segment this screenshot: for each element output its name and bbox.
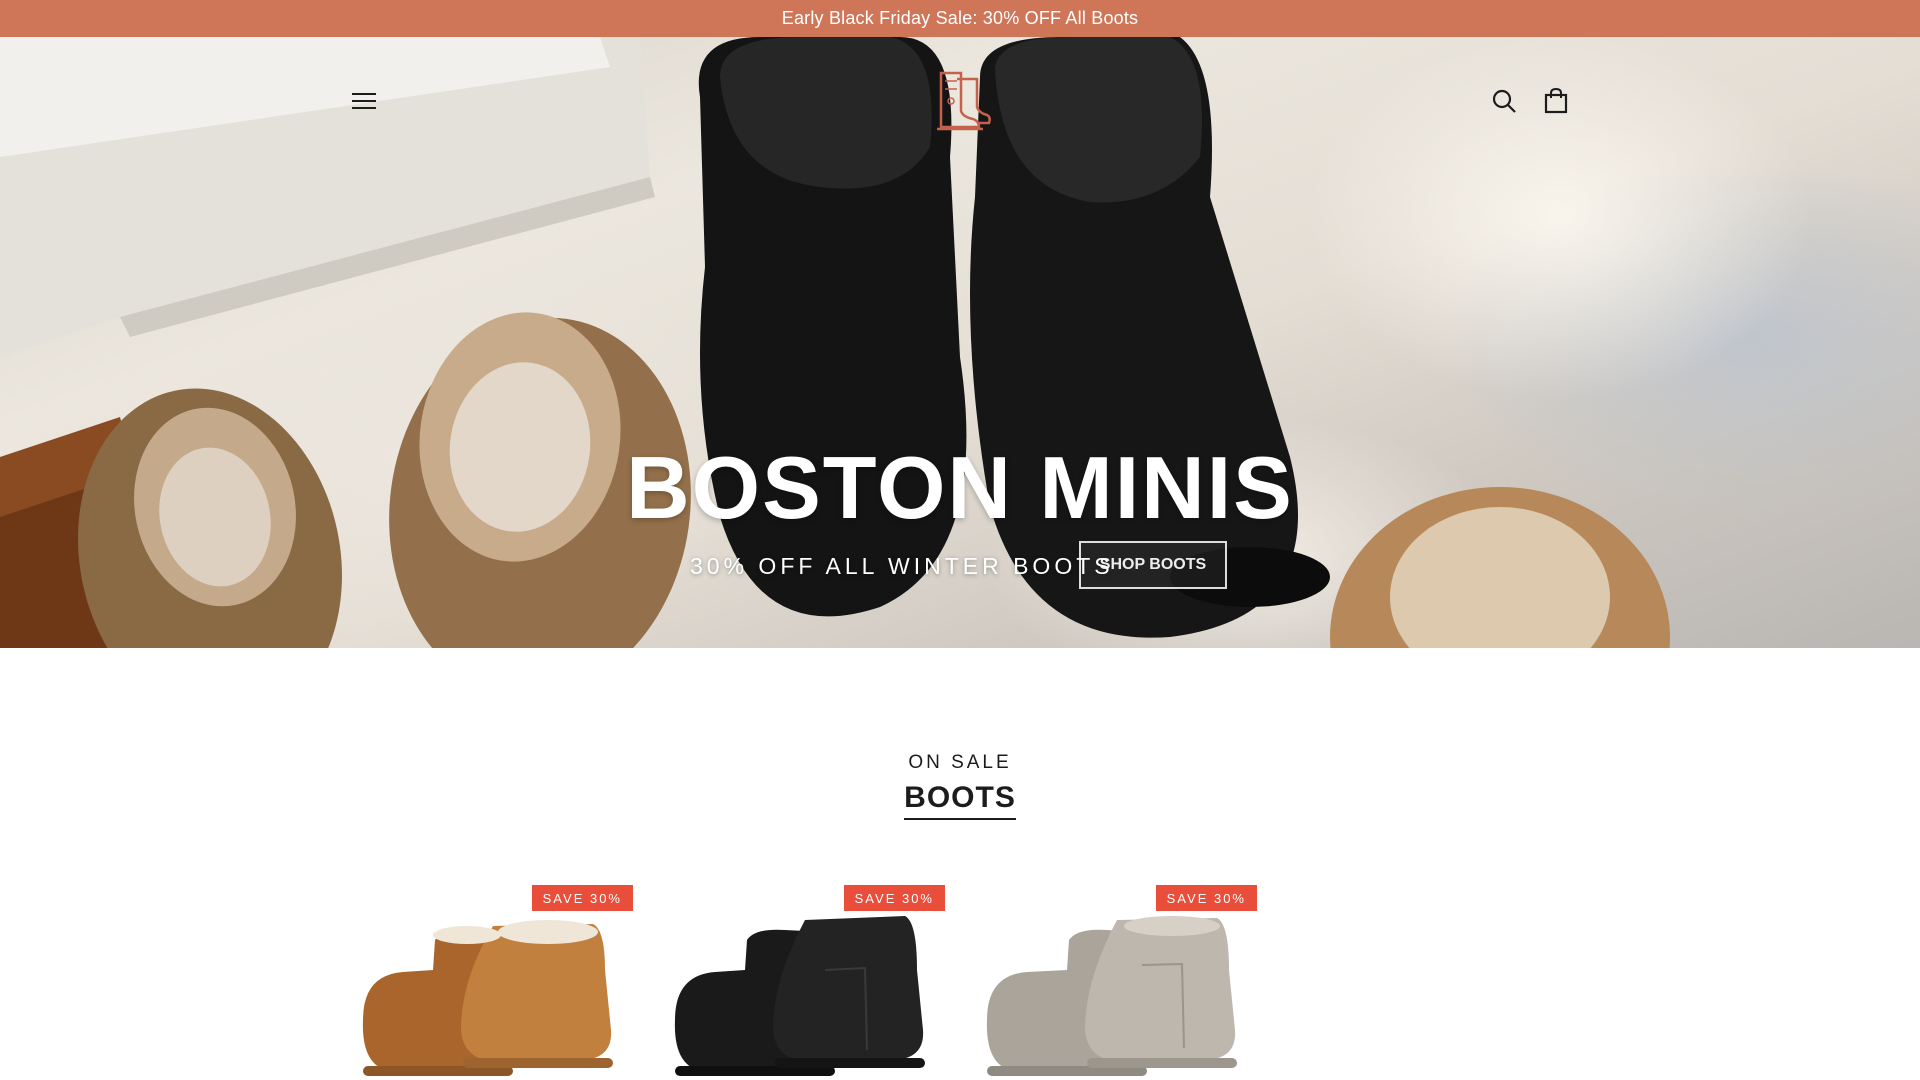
hero-banner[interactable]: BOSTON MINIS 30% OFF ALL WINTER BOOTS SH… bbox=[0, 37, 1920, 648]
product-card[interactable]: SAVE 30% bbox=[343, 880, 633, 1080]
save-badge: SAVE 30% bbox=[1155, 885, 1257, 911]
boot-logo-icon[interactable] bbox=[924, 65, 996, 137]
save-badge: SAVE 30% bbox=[531, 885, 633, 911]
hamburger-menu-icon[interactable] bbox=[350, 87, 378, 115]
hero-title: BOSTON MINIS bbox=[626, 438, 1294, 537]
section-heading-link[interactable]: BOOTS bbox=[904, 778, 1016, 820]
shopping-bag-icon[interactable] bbox=[1541, 87, 1571, 115]
product-card[interactable]: SAVE 30% bbox=[967, 880, 1257, 1080]
section-kicker: ON SALE bbox=[908, 752, 1012, 773]
hero-subtitle: 30% OFF ALL WINTER BOOTS bbox=[690, 553, 1114, 579]
site-header bbox=[0, 37, 1920, 165]
product-card[interactable]: SAVE 30% bbox=[655, 880, 945, 1080]
announcement-text: Early Black Friday Sale: 30% OFF All Boo… bbox=[781, 8, 1139, 28]
section-heading: BOOTS bbox=[0, 778, 1920, 820]
shop-boots-button[interactable]: SHOP BOOTS bbox=[1079, 541, 1227, 589]
announcement-bar[interactable]: Early Black Friday Sale: 30% OFF All Boo… bbox=[0, 0, 1920, 37]
search-icon[interactable] bbox=[1490, 87, 1518, 115]
save-badge: SAVE 30% bbox=[843, 885, 945, 911]
